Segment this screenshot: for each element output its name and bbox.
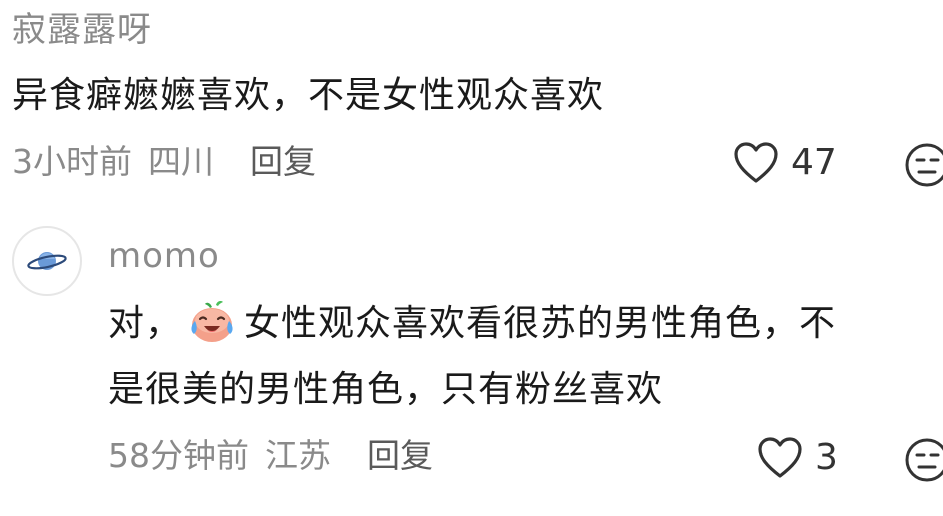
- like-button[interactable]: 47: [733, 141, 837, 185]
- neutral-face-icon: [905, 438, 943, 482]
- comment-time: 3小时前: [12, 142, 132, 181]
- comment-meta: 3小时前 四川 回复: [12, 136, 316, 188]
- avatar[interactable]: [12, 226, 82, 296]
- comment-text: 异食癖嬷嬷喜欢，不是女性观众喜欢: [12, 75, 605, 116]
- planet-icon: [27, 252, 67, 270]
- comment-item: 寂露露呀 异食癖嬷嬷喜欢，不是女性观众喜欢 3小时前 四川 回复 47: [0, 0, 943, 200]
- crying-laughing-emoji: [186, 299, 238, 362]
- heart-icon: [758, 437, 802, 478]
- reply-button[interactable]: 回复: [367, 430, 433, 482]
- comment-text: 对， 女性观众喜欢看很苏的男性角色，不 是很美的男性角色，只有粉丝喜欢: [108, 296, 928, 418]
- comment-time: 58分钟前: [108, 436, 249, 475]
- comment-username[interactable]: momo: [108, 230, 220, 282]
- emoji-reaction-button[interactable]: [904, 142, 943, 192]
- comment-meta: 58分钟前 江苏 回复: [108, 430, 433, 482]
- like-count: 47: [791, 142, 837, 183]
- comment-text-line-2: 是很美的男性角色，只有粉丝喜欢: [108, 369, 664, 410]
- comment-text-prefix: 对，: [108, 303, 183, 344]
- comment-text-line-1: 女性观众喜欢看很苏的男性角色，不: [244, 303, 837, 344]
- neutral-face-icon: [905, 143, 943, 187]
- comment-location: 四川: [148, 142, 214, 181]
- emoji-reaction-button[interactable]: [904, 437, 943, 487]
- like-button[interactable]: 3: [757, 436, 838, 480]
- comment-username[interactable]: 寂露露呀: [12, 4, 152, 56]
- reply-button[interactable]: 回复: [250, 136, 316, 188]
- like-count: 3: [815, 437, 838, 478]
- heart-icon: [734, 142, 778, 183]
- comment-location: 江苏: [265, 436, 331, 475]
- comment-item: momo 对， 女性观众喜欢看很苏的男性角色，不 是很美的男性角色，只有粉丝喜欢…: [0, 210, 943, 516]
